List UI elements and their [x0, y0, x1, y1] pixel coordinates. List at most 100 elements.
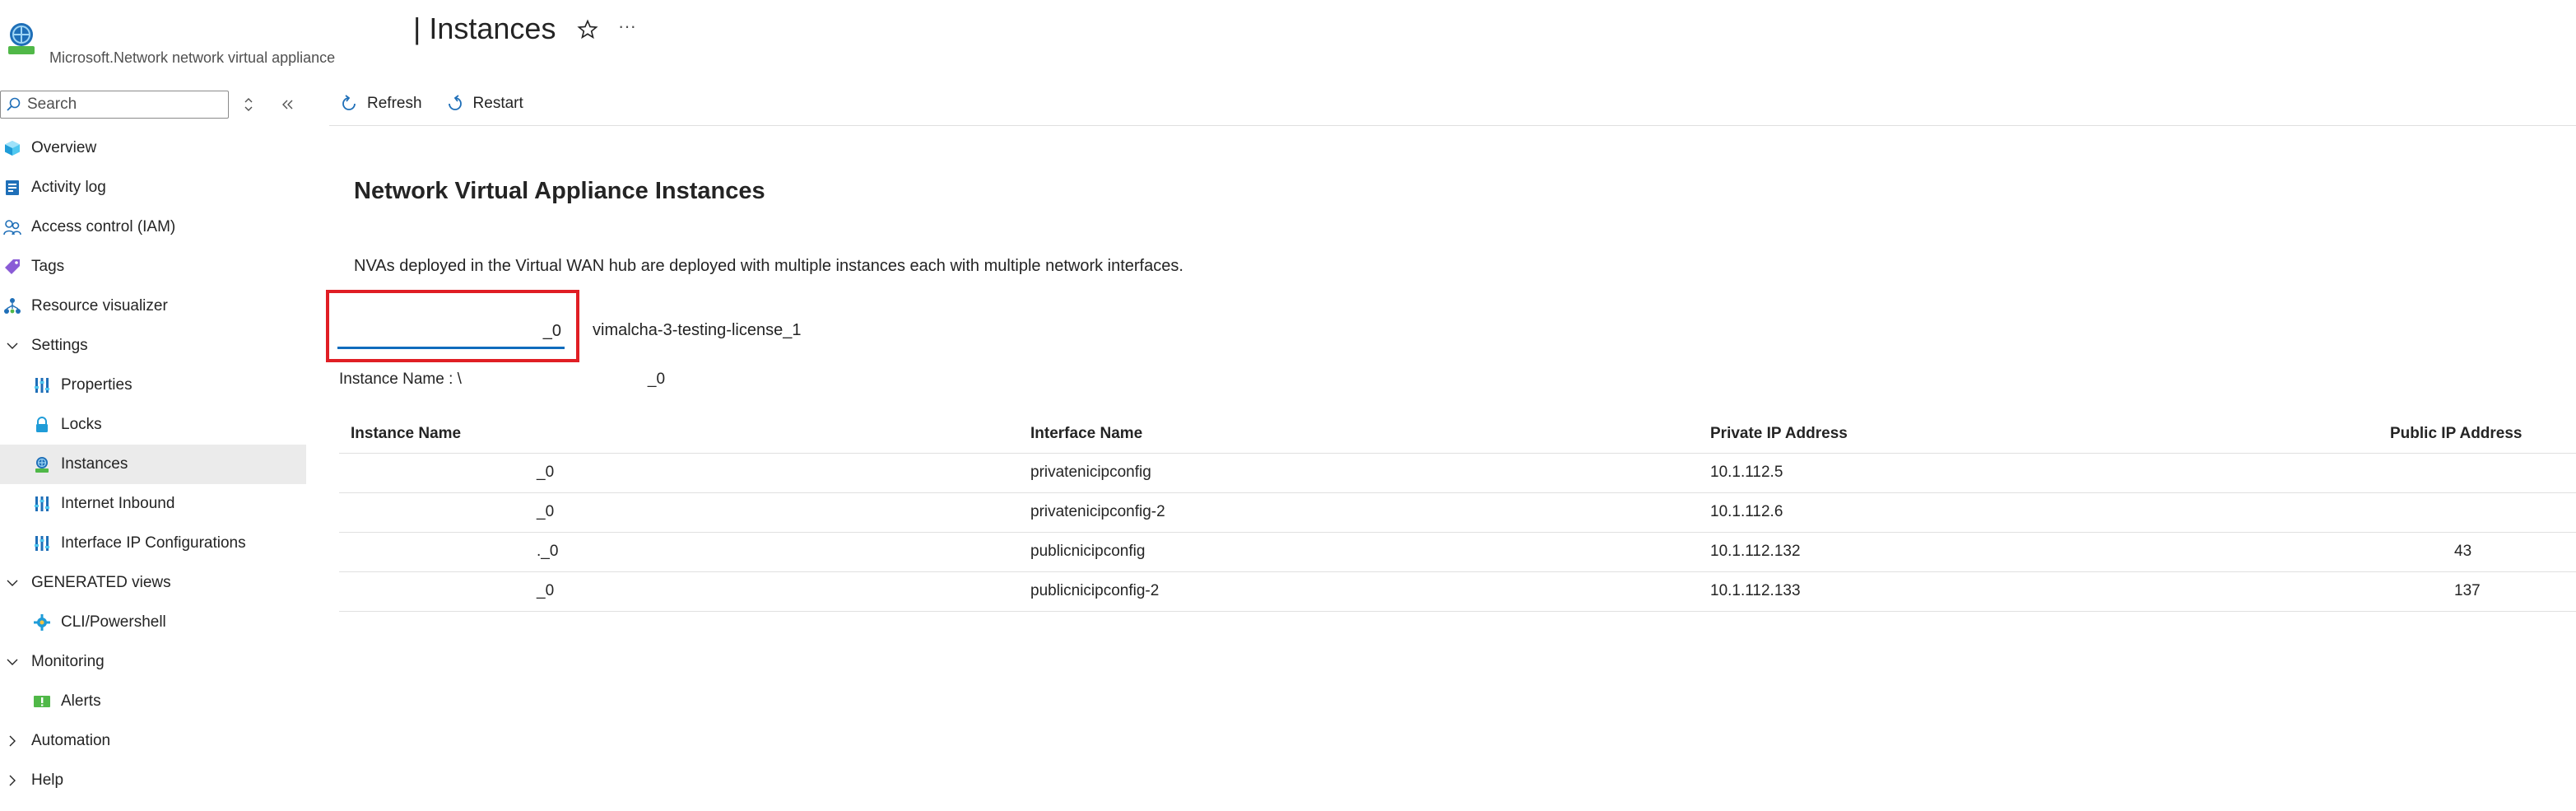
table-row: _0 privatenicipconfig-2 10.1.112.6: [339, 492, 2576, 533]
sidebar-item-label: Properties: [61, 376, 133, 394]
sidebar-item-instances[interactable]: Instances: [0, 445, 306, 484]
sidebar-item-tags[interactable]: Tags: [0, 247, 306, 287]
sidebar-item-label: Help: [31, 771, 64, 789]
cell-private-ip: 10.1.112.132: [1699, 532, 2378, 572]
instance-name-label: Instance Name : \: [339, 371, 462, 388]
cell-public-ip: 43: [2378, 532, 2576, 572]
sidebar-item-label: Locks: [61, 416, 102, 433]
sidebar-item-label: Monitoring: [31, 653, 105, 670]
up-down-chevron-icon: [244, 98, 253, 111]
sidebar-item-interface-ip-configurations[interactable]: Interface IP Configurations: [0, 524, 306, 563]
column-header-instance-name: Instance Name: [339, 415, 1019, 454]
table-row: _0 publicnicipconfig-2 10.1.112.133 137: [339, 571, 2576, 612]
sidebar-item-label: Settings: [31, 337, 88, 354]
cell-instance-name: _0: [339, 571, 1019, 612]
sidebar-item-label: Internet Inbound: [61, 495, 175, 512]
cell-interface-name: publicnicipconfig-2: [1019, 571, 1699, 612]
cell-instance-name: _0: [339, 492, 1019, 533]
resource-subtitle: Microsoft.Network network virtual applia…: [49, 49, 336, 66]
cell-interface-name: privatenicipconfig: [1019, 453, 1699, 493]
sidebar-group-generated-views[interactable]: GENERATED views: [0, 563, 306, 603]
instance-name-line: Instance Name : \ _0: [339, 371, 665, 389]
properties-bars-icon: [33, 534, 51, 552]
sidebar-item-label: GENERATED views: [31, 574, 171, 591]
sidebar-item-overview[interactable]: Overview: [0, 128, 306, 168]
overview-cube-icon: [3, 139, 21, 157]
properties-bars-icon: [33, 376, 51, 394]
search-input[interactable]: [27, 96, 225, 114]
sidebar-item-label: CLI/Powershell: [61, 613, 166, 631]
chevron-down-icon: [7, 343, 18, 349]
command-bar: Refresh Restart: [339, 89, 546, 119]
sidebar-item-label: Interface IP Configurations: [61, 534, 246, 552]
sidebar-item-properties[interactable]: Properties: [0, 366, 306, 405]
activity-log-icon: [3, 179, 21, 197]
sidebar-item-locks[interactable]: Locks: [0, 405, 306, 445]
sidebar-item-activity-log[interactable]: Activity log: [0, 168, 306, 207]
sidebar-group-monitoring[interactable]: Monitoring: [0, 642, 306, 682]
table-row: _0 privatenicipconfig 10.1.112.5: [339, 453, 2576, 493]
table-row: ._0 publicnicipconfig 10.1.112.132 43: [339, 532, 2576, 572]
chevron-right-icon: [9, 775, 16, 786]
sidebar-group-help[interactable]: Help: [0, 761, 306, 800]
cell-private-ip: 10.1.112.6: [1699, 492, 2378, 533]
cell-private-ip: 10.1.112.133: [1699, 571, 2378, 612]
column-header-public-ip: Public IP Address: [2378, 415, 2576, 454]
chevron-down-icon: [7, 659, 18, 665]
cell-public-ip: [2378, 453, 2576, 493]
cell-instance-name: _0: [339, 453, 1019, 493]
sidebar-item-label: Instances: [61, 455, 128, 473]
restart-icon: [448, 95, 462, 110]
column-header-private-ip: Private IP Address: [1699, 415, 2378, 454]
collapse-sidebar-button[interactable]: [278, 94, 298, 115]
sidebar-item-label: Access control (IAM): [31, 218, 176, 235]
lock-icon: [33, 416, 51, 434]
instances-table: Instance Name Interface Name Private IP …: [339, 415, 2576, 612]
hierarchy-icon: [3, 297, 21, 315]
sidebar-nav: Overview Activity log Access control (IA…: [0, 128, 306, 800]
sidebar-item-cli-powershell[interactable]: CLI/Powershell: [0, 603, 306, 642]
search-icon: [7, 97, 21, 111]
alerts-icon: [33, 692, 51, 711]
properties-bars-icon: [33, 495, 51, 513]
tag-icon: [3, 258, 21, 276]
refresh-icon: [342, 95, 356, 110]
sidebar-item-access-control[interactable]: Access control (IAM): [0, 207, 306, 247]
sidebar-item-resource-visualizer[interactable]: Resource visualizer: [0, 287, 306, 326]
cell-instance-name: ._0: [339, 532, 1019, 572]
more-options-button[interactable]: ···: [616, 17, 639, 41]
sidebar-group-automation[interactable]: Automation: [0, 721, 306, 761]
sidebar-item-internet-inbound[interactable]: Internet Inbound: [0, 484, 306, 524]
toolbar-divider: [329, 125, 2576, 126]
refresh-button[interactable]: Refresh: [339, 94, 422, 114]
gear-icon: [33, 613, 51, 632]
people-icon: [3, 218, 21, 236]
sidebar-item-label: Tags: [31, 258, 65, 275]
sidebar-item-label: Alerts: [61, 692, 101, 710]
favorite-star-button[interactable]: [576, 18, 599, 41]
refresh-label: Refresh: [367, 95, 422, 112]
double-chevron-left-icon: [282, 100, 293, 110]
cell-private-ip: 10.1.112.5: [1699, 453, 2378, 493]
sidebar-item-label: Overview: [31, 139, 97, 156]
restart-label: Restart: [472, 95, 523, 112]
sidebar-item-label: Resource visualizer: [31, 297, 168, 315]
cell-interface-name: privatenicipconfig-2: [1019, 492, 1699, 533]
section-title: Network Virtual Appliance Instances: [354, 178, 765, 204]
instances-icon: [33, 455, 51, 473]
sidebar-search[interactable]: [0, 91, 229, 119]
license-label: vimalcha-3-testing-license_1: [593, 321, 802, 339]
cell-public-ip: 137: [2378, 571, 2576, 612]
sidebar-item-label: Automation: [31, 732, 111, 749]
cell-interface-name: publicnicipconfig: [1019, 532, 1699, 572]
sidebar-group-settings[interactable]: Settings: [0, 326, 306, 366]
instance-name-value: _0: [647, 371, 666, 388]
sidebar-item-alerts[interactable]: Alerts: [0, 682, 306, 721]
star-icon: [577, 19, 598, 40]
section-description: NVAs deployed in the Virtual WAN hub are…: [354, 257, 1183, 275]
restart-button[interactable]: Restart: [445, 94, 523, 114]
sidebar-item-label: Activity log: [31, 179, 106, 196]
sort-button[interactable]: [240, 94, 257, 115]
chevron-down-icon: [7, 580, 18, 586]
instance-select-input[interactable]: [337, 316, 565, 349]
